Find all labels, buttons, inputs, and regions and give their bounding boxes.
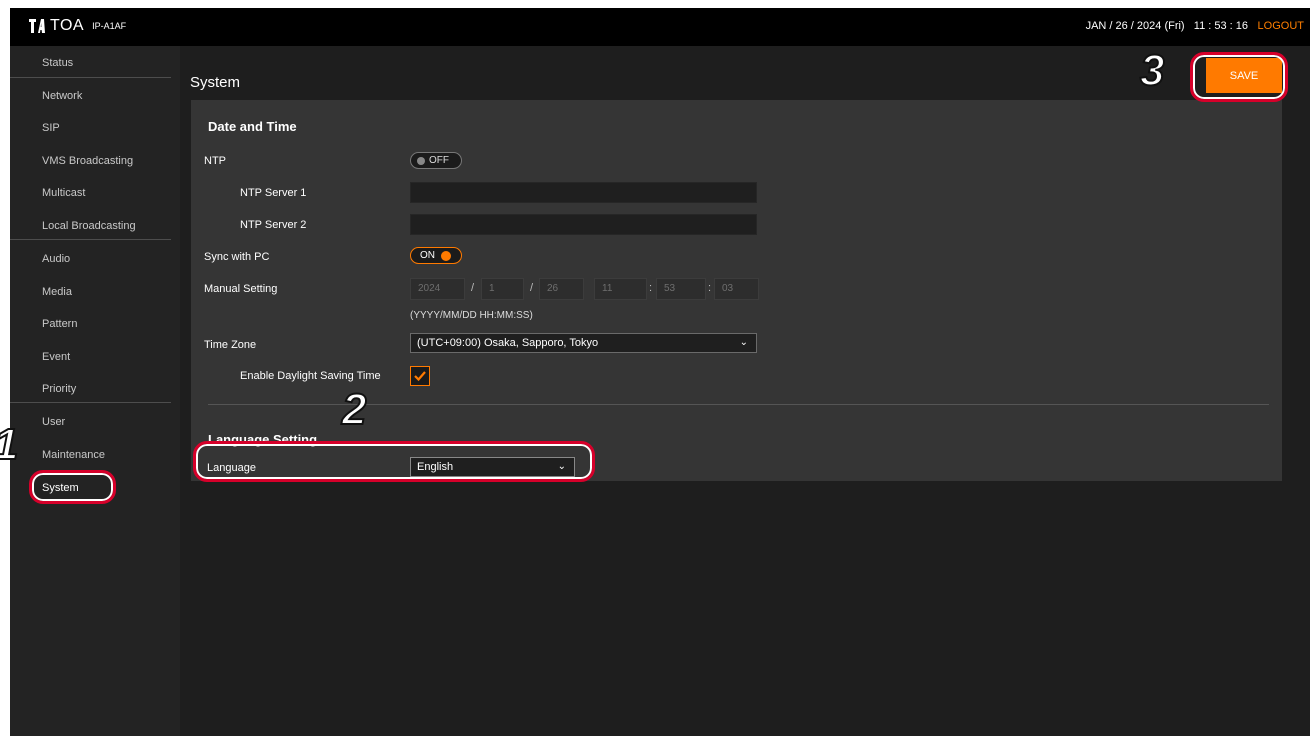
hour-field[interactable]: 11 bbox=[594, 278, 647, 300]
app-screen: TOA IP-A1AF JAN / 26 / 2024 (Fri) 11 : 5… bbox=[10, 8, 1310, 736]
sidebar-item-vms-broadcasting[interactable]: VMS Broadcasting bbox=[42, 155, 133, 167]
sidebar-item-multicast[interactable]: Multicast bbox=[42, 187, 85, 199]
date-separator: / bbox=[471, 282, 475, 294]
month-field[interactable]: 1 bbox=[481, 278, 524, 300]
sidebar-item-media[interactable]: Media bbox=[42, 286, 72, 298]
sidebar-item-local-broadcasting[interactable]: Local Broadcasting bbox=[42, 220, 136, 232]
ntp-server1-input[interactable] bbox=[410, 182, 757, 203]
dst-checkbox[interactable] bbox=[410, 366, 430, 386]
sidebar-item-user[interactable]: User bbox=[42, 416, 65, 428]
time-separator: : bbox=[708, 282, 712, 294]
check-icon bbox=[414, 371, 426, 382]
date-format-hint: (YYYY/MM/DD HH:MM:SS) bbox=[410, 310, 533, 321]
sidebar-item-maintenance[interactable]: Maintenance bbox=[42, 449, 105, 461]
ntp-server1-label: NTP Server 1 bbox=[240, 187, 307, 199]
sidebar: Status Network SIP VMS Broadcasting Mult… bbox=[10, 46, 180, 736]
ntp-label: NTP bbox=[204, 155, 226, 167]
ntp-server2-input[interactable] bbox=[410, 214, 757, 235]
sidebar-item-priority[interactable]: Priority bbox=[42, 383, 76, 395]
section-divider bbox=[208, 404, 1269, 405]
time-separator: : bbox=[649, 282, 653, 294]
step-1-marker: 1 bbox=[0, 419, 20, 470]
date-time-section-title: Date and Time bbox=[208, 119, 297, 134]
chevron-down-icon: ⌄ bbox=[739, 337, 748, 348]
sync-toggle-state: ON bbox=[420, 250, 435, 261]
time-zone-select[interactable]: (UTC+09:00) Osaka, Sapporo, Tokyo ⌄ bbox=[410, 333, 757, 353]
toggle-knob bbox=[417, 156, 425, 165]
toggle-knob bbox=[441, 250, 451, 261]
day-field[interactable]: 26 bbox=[539, 278, 584, 300]
time-zone-label: Time Zone bbox=[204, 339, 257, 351]
step-3-callout bbox=[1190, 52, 1288, 102]
sidebar-item-status[interactable]: Status bbox=[42, 57, 73, 69]
step-3-marker: 3 bbox=[1139, 45, 1166, 96]
dst-label: Enable Daylight Saving Time bbox=[240, 370, 381, 382]
time-zone-value: (UTC+09:00) Osaka, Sapporo, Tokyo bbox=[417, 337, 599, 349]
step-2-marker: 2 bbox=[341, 384, 368, 435]
sidebar-item-sip[interactable]: SIP bbox=[42, 122, 60, 134]
ntp-server2-label: NTP Server 2 bbox=[240, 219, 307, 231]
sidebar-divider bbox=[10, 239, 171, 240]
sync-with-pc-label: Sync with PC bbox=[204, 251, 270, 263]
sidebar-item-audio[interactable]: Audio bbox=[42, 253, 70, 265]
sidebar-item-network[interactable]: Network bbox=[42, 90, 82, 102]
sync-with-pc-toggle[interactable]: ON bbox=[410, 247, 462, 264]
top-bar: TOA IP-A1AF JAN / 26 / 2024 (Fri) 11 : 5… bbox=[10, 8, 1310, 46]
brand-logo: TOA IP-A1AF bbox=[28, 16, 126, 36]
logo-text: TOA bbox=[50, 17, 85, 34]
logout-link[interactable]: LOGOUT bbox=[1258, 20, 1304, 32]
page-title: System bbox=[190, 74, 241, 91]
step-2-callout bbox=[193, 441, 595, 482]
step-1-callout bbox=[29, 470, 116, 504]
sidebar-item-pattern[interactable]: Pattern bbox=[42, 318, 77, 330]
toa-logo-icon bbox=[28, 18, 46, 34]
second-field[interactable]: 03 bbox=[714, 278, 759, 300]
device-model: IP-A1AF bbox=[92, 21, 127, 31]
minute-field[interactable]: 53 bbox=[656, 278, 706, 300]
sidebar-divider bbox=[10, 402, 171, 403]
sidebar-divider bbox=[10, 77, 171, 78]
ntp-toggle-state: OFF bbox=[429, 155, 449, 166]
manual-setting-label: Manual Setting bbox=[204, 283, 278, 295]
sidebar-item-event[interactable]: Event bbox=[42, 351, 70, 363]
date-separator: / bbox=[530, 282, 534, 294]
current-datetime: JAN / 26 / 2024 (Fri) 11 : 53 : 16 bbox=[1085, 20, 1248, 32]
ntp-toggle[interactable]: OFF bbox=[410, 152, 462, 169]
year-field[interactable]: 2024 bbox=[410, 278, 465, 300]
